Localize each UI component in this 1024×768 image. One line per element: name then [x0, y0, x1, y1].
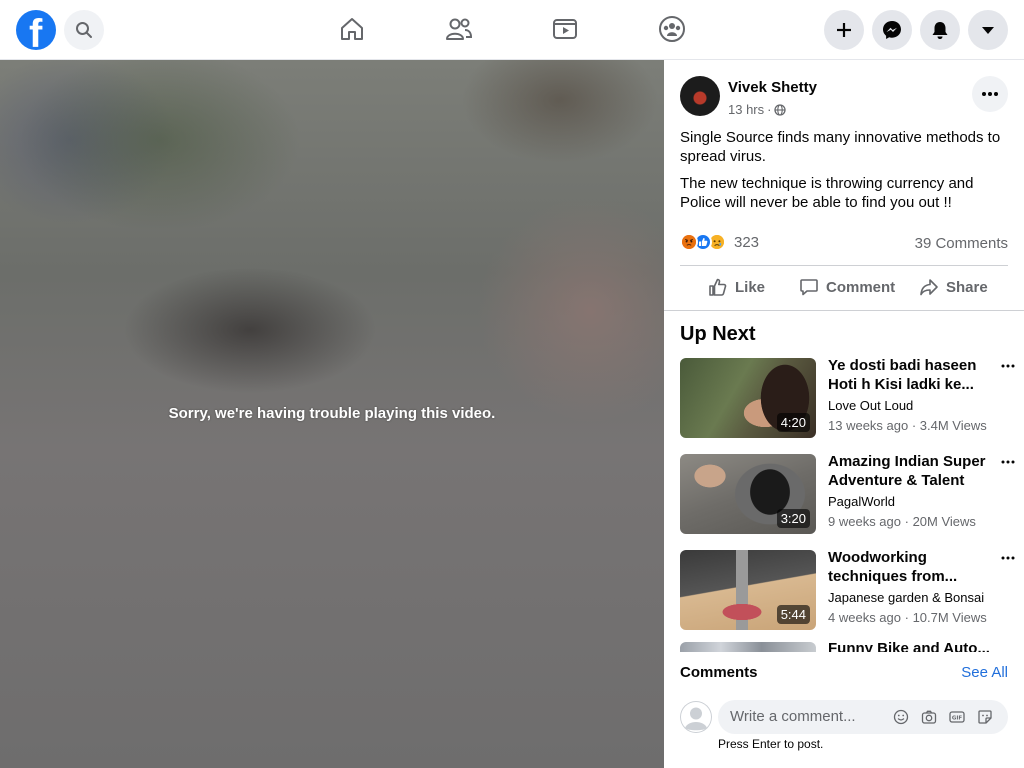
up-next-heading: Up Next — [680, 323, 756, 345]
post-time[interactable]: 13 hrs — [728, 102, 764, 117]
emoji-icon[interactable] — [892, 708, 910, 726]
comments-heading: Comments — [680, 664, 758, 681]
video-channel[interactable]: Love Out Loud — [828, 398, 913, 413]
more-horizontal-icon — [1001, 364, 1015, 368]
top-navigation-bar: f — [0, 0, 1024, 60]
friends-icon[interactable] — [444, 14, 474, 44]
reaction-count: 323 — [734, 233, 760, 251]
video-options-button[interactable] — [998, 454, 1018, 470]
globe-icon — [774, 103, 787, 116]
caret-down-icon — [982, 27, 994, 34]
video-stats: 4 weeks ago · 10.7M Views — [828, 610, 987, 625]
video-duration: 3:20 — [776, 509, 810, 528]
gif-icon[interactable]: GIF — [948, 708, 966, 726]
comment-label: Comment — [826, 278, 896, 296]
video-channel[interactable]: Japanese garden & Bonsai — [828, 590, 984, 605]
post-text-paragraph: The new technique is throwing currency a… — [680, 175, 974, 211]
divider — [680, 265, 1008, 266]
comment-input-box[interactable]: GIF — [718, 700, 1008, 734]
post-options-button[interactable] — [972, 76, 1008, 112]
messenger-button[interactable] — [872, 10, 912, 50]
post-sidebar: Vivek Shetty 13 hrs · Single Source find… — [664, 60, 1024, 768]
video-error-message: Sorry, we're having trouble playing this… — [168, 405, 496, 422]
post-text-paragraph: Single Source finds many innovative meth… — [680, 129, 1001, 165]
reaction-summary[interactable]: 323 — [680, 233, 759, 251]
user-avatar — [680, 701, 712, 733]
more-horizontal-icon — [982, 92, 998, 96]
author-avatar[interactable] — [680, 76, 720, 116]
video-duration: 4:20 — [776, 413, 810, 432]
up-next-item[interactable]: 4:20 Ye dosti badi haseen Hoti h Kisi la… — [680, 356, 1020, 438]
watch-icon[interactable] — [550, 14, 580, 44]
share-label: Share — [946, 278, 988, 296]
svg-text:GIF: GIF — [952, 716, 963, 722]
more-horizontal-icon — [1001, 460, 1015, 464]
groups-icon[interactable] — [657, 14, 687, 44]
comment-input[interactable] — [730, 708, 880, 725]
up-next-item-clipped[interactable]: Funny Bike and Auto... — [664, 642, 1024, 652]
video-stats: 13 weeks ago · 3.4M Views — [828, 418, 987, 433]
video-options-button[interactable] — [998, 550, 1018, 566]
search-button[interactable] — [64, 10, 104, 50]
up-next-item[interactable]: 5:44 Woodworking techniques from... Japa… — [680, 548, 1020, 630]
see-all-comments-link[interactable]: See All — [961, 664, 1008, 681]
home-icon[interactable] — [337, 14, 367, 44]
post-meta: 13 hrs · — [728, 102, 787, 117]
comment-button[interactable]: Comment — [799, 276, 895, 298]
share-button[interactable]: Share — [919, 276, 988, 298]
video-thumbnail — [680, 642, 816, 652]
default-avatar-icon — [680, 701, 712, 733]
comments-count-link[interactable]: 39 Comments — [915, 235, 1008, 252]
account-menu-button[interactable] — [968, 10, 1008, 50]
video-title[interactable]: Ye dosti badi haseen Hoti h Kisi ladki k… — [828, 356, 988, 394]
plus-icon — [837, 23, 851, 37]
section-divider — [664, 310, 1024, 311]
video-channel[interactable]: PagalWorld — [828, 494, 895, 509]
video-thumbnail[interactable]: 3:20 — [680, 454, 816, 534]
comment-hint: Press Enter to post. — [718, 737, 824, 751]
camera-icon[interactable] — [920, 708, 938, 726]
video-title: Funny Bike and Auto... — [828, 642, 990, 652]
thumbs-up-icon — [709, 278, 727, 296]
video-thumbnail[interactable]: 5:44 — [680, 550, 816, 630]
create-button[interactable] — [824, 10, 864, 50]
video-player[interactable]: Sorry, we're having trouble playing this… — [0, 60, 664, 768]
comment-icon — [800, 279, 818, 296]
up-next-item[interactable]: 3:20 Amazing Indian Super Adventure & Ta… — [680, 452, 1020, 534]
video-options-button[interactable] — [998, 358, 1018, 374]
video-thumbnail[interactable]: 4:20 — [680, 358, 816, 438]
author-name[interactable]: Vivek Shetty — [728, 79, 817, 96]
like-button[interactable]: Like — [708, 276, 765, 298]
facebook-logo[interactable]: f — [16, 10, 56, 50]
video-stats: 9 weeks ago · 20M Views — [828, 514, 976, 529]
more-horizontal-icon — [1001, 556, 1015, 560]
share-icon — [920, 279, 938, 296]
video-duration: 5:44 — [776, 605, 810, 624]
sticker-icon[interactable] — [976, 708, 994, 726]
like-label: Like — [735, 278, 766, 296]
bell-icon — [932, 22, 948, 39]
angry-reaction-icon — [680, 233, 698, 251]
search-icon — [76, 22, 92, 38]
notifications-button[interactable] — [920, 10, 960, 50]
video-title[interactable]: Amazing Indian Super Adventure & Talent — [828, 452, 988, 490]
messenger-icon — [883, 21, 901, 39]
video-title[interactable]: Woodworking techniques from... — [828, 548, 988, 586]
